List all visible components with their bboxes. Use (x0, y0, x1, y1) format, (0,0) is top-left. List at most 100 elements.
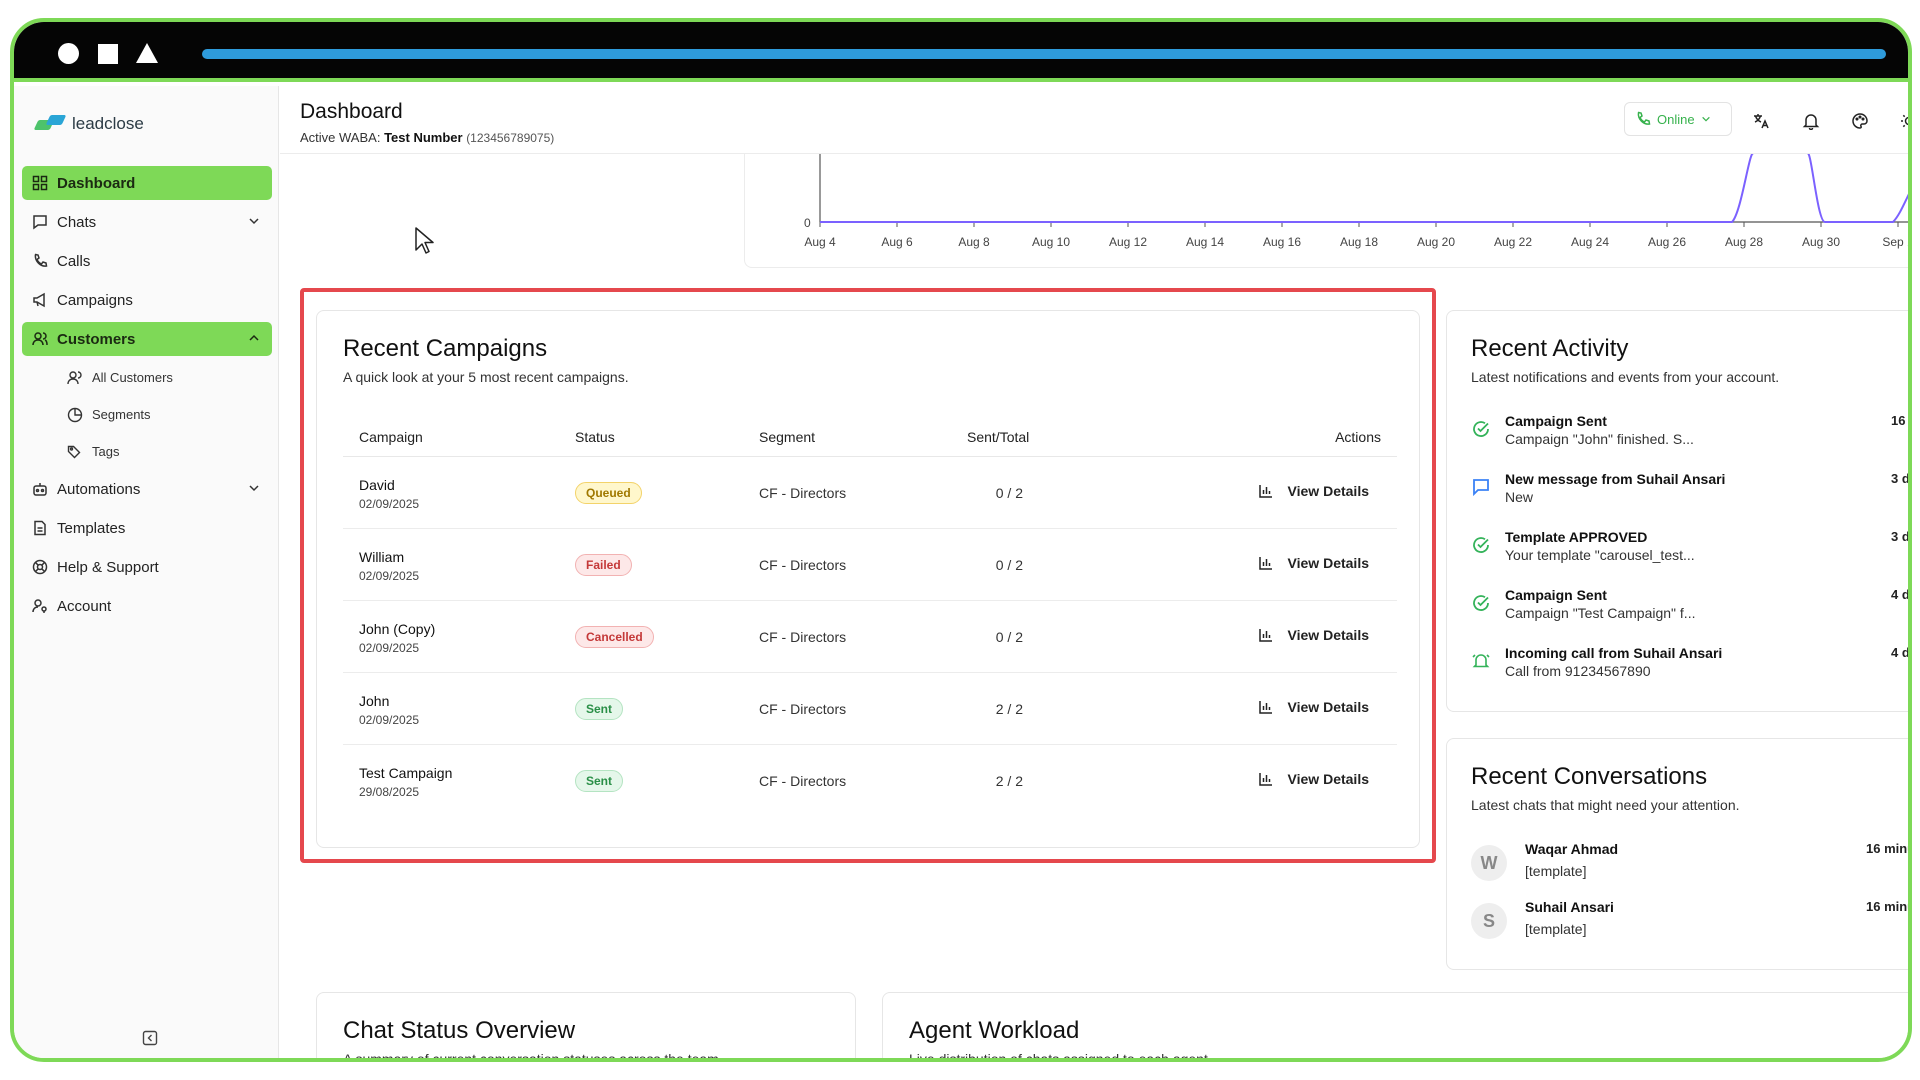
x-tick-label: Sep 1 (1882, 235, 1912, 249)
address-bar[interactable] (202, 49, 1886, 59)
recent-activity-card: Recent Activity Latest notifications and… (1446, 310, 1910, 712)
x-tick-label: Aug 22 (1494, 235, 1532, 249)
campaign-segment: CF - Directors (759, 629, 847, 645)
conversation-time: 16 minute (1866, 899, 1908, 914)
activity-desc: Campaign "Test Campaign" f... (1505, 605, 1696, 621)
phone-icon (34, 253, 48, 267)
sidebar-subitem-segments[interactable]: Segments (22, 398, 272, 431)
phone-icon (1637, 111, 1651, 125)
column-header-segment: Segment (759, 429, 816, 445)
conversation-preview: [template] (1525, 921, 1587, 937)
activity-item[interactable]: Campaign Sent Campaign "Test Campaign" f… (1471, 587, 1910, 631)
activity-item[interactable]: Campaign Sent Campaign "John" finished. … (1471, 413, 1908, 457)
campaign-name: William (359, 549, 405, 565)
online-status-label: Online (1657, 111, 1695, 127)
sidebar-item-chats[interactable]: Chats (22, 205, 272, 239)
status-badge: Cancelled (575, 626, 654, 648)
translate-icon[interactable] (1752, 112, 1770, 130)
activity-item[interactable]: New message from Suhail Ansari New 3 day (1471, 471, 1910, 515)
pie-icon (67, 407, 83, 422)
sidebar-subitem-all-customers[interactable]: All Customers (22, 361, 272, 394)
check-circle-icon (1473, 537, 1489, 553)
view-details-label: View Details (1287, 771, 1369, 787)
card-subtitle: Latest chats that might need your attent… (1471, 797, 1740, 813)
table-row: Test Campaign 29/08/2025 Sent CF - Direc… (343, 745, 1397, 817)
activity-item[interactable]: Incoming call from Suhail Ansari Call fr… (1471, 645, 1908, 689)
column-header-status: Status (575, 429, 615, 445)
view-details-button[interactable]: View Details (1258, 555, 1369, 571)
sidebar-item-label: Calls (57, 252, 91, 270)
sidebar-item-label: Account (57, 597, 112, 615)
chevron-down-icon (1701, 116, 1710, 122)
activity-item[interactable]: Template APPROVED Your template "carouse… (1471, 529, 1908, 573)
sidebar-item-templates[interactable]: Templates (22, 511, 272, 545)
conversation-item[interactable]: W Waqar Ahmad [template] 16 minute (1471, 841, 1908, 885)
check-circle-icon (1473, 421, 1489, 437)
sidebar-item-account[interactable]: Account (22, 589, 272, 623)
chevron-down-icon[interactable] (248, 215, 260, 227)
campaign-segment: CF - Directors (759, 557, 847, 573)
view-details-button[interactable]: View Details (1258, 627, 1369, 643)
sidebar-item-help-support[interactable]: Help & Support (22, 550, 272, 584)
bar-chart-icon (1258, 485, 1272, 498)
table-row: John (Copy) 02/09/2025 Cancelled CF - Di… (343, 601, 1397, 673)
campaign-segment: CF - Directors (759, 773, 847, 789)
activity-title: New message from Suhail Ansari (1505, 471, 1726, 487)
campaign-sent-total: 2 / 2 (995, 773, 1023, 789)
y-tick-label: 0 (804, 216, 811, 230)
x-tick-label: Aug 16 (1263, 235, 1301, 249)
activity-time: 4 day (1891, 587, 1910, 602)
activity-time: 3 day (1891, 471, 1910, 486)
check-circle-icon (1473, 595, 1489, 611)
bell-icon[interactable] (1802, 112, 1820, 130)
palette-icon[interactable] (1851, 112, 1869, 130)
online-status-dropdown[interactable]: Online (1624, 102, 1732, 136)
campaign-date: 02/09/2025 (359, 641, 420, 655)
sidebar-item-label: Templates (57, 519, 126, 537)
chevron-down-icon[interactable] (248, 482, 260, 494)
sidebar-item-dashboard[interactable]: Dashboard (22, 166, 272, 200)
bell-ring-icon (1472, 654, 1490, 668)
view-details-button[interactable]: View Details (1258, 699, 1369, 715)
avatar: S (1471, 903, 1507, 939)
view-details-label: View Details (1287, 627, 1369, 643)
status-badge: Failed (575, 554, 632, 576)
sidebar-item-campaigns[interactable]: Campaigns (22, 283, 272, 317)
x-tick-label: Aug 4 (804, 235, 836, 249)
sidebar-subitem-label: All Customers (92, 370, 173, 385)
sidebar-item-calls[interactable]: Calls (22, 244, 272, 278)
grid-icon (32, 175, 48, 191)
chart-card: 0 Aug 4 Aug 6 Aug 8 Aug 10 Aug 12 Aug 14 Aug 16… (744, 154, 1912, 268)
activity-title: Incoming call from Suhail Ansari (1505, 645, 1723, 661)
table-row: David 02/09/2025 Queued CF - Directors 0… (343, 457, 1397, 529)
activity-desc: New (1505, 489, 1534, 505)
tags-icon (67, 445, 81, 458)
campaign-sent-total: 0 / 2 (995, 629, 1023, 645)
logo[interactable]: leadclose (36, 114, 144, 134)
conversation-item[interactable]: S Suhail Ansari [template] 16 minute (1471, 899, 1908, 943)
card-title: Chat Status Overview (343, 1017, 576, 1044)
view-details-button[interactable]: View Details (1258, 483, 1369, 499)
activity-desc: Call from 91234567890 (1505, 663, 1651, 679)
sidebar-subitem-tags[interactable]: Tags (22, 435, 272, 468)
campaign-name: John (Copy) (359, 621, 436, 637)
campaign-date: 29/08/2025 (359, 785, 420, 799)
lifebuoy-icon (32, 559, 48, 575)
bar-chart-icon (1258, 773, 1272, 786)
table-row: William 02/09/2025 Failed CF - Directors… (343, 529, 1397, 601)
square-icon (98, 44, 118, 64)
status-badge: Sent (575, 770, 624, 792)
card-title: Agent Workload (909, 1017, 1080, 1044)
view-details-label: View Details (1287, 483, 1369, 499)
waba-name: Test Number (384, 130, 463, 145)
sidebar-collapse-icon[interactable] (142, 1030, 158, 1046)
view-details-button[interactable]: View Details (1258, 771, 1369, 787)
card-subtitle: A summary of current conversation status… (343, 1051, 723, 1062)
table-header: Campaign Status Segment Sent/Total Actio… (343, 421, 1397, 457)
sidebar-item-customers[interactable]: Customers (22, 322, 272, 356)
sidebar-item-automations[interactable]: Automations (22, 472, 272, 506)
status-badge: Queued (575, 482, 642, 504)
sun-icon[interactable] (1900, 112, 1912, 130)
chevron-up-icon[interactable] (248, 332, 260, 344)
active-waba: Active WABA: Test Number (123456789075) (300, 130, 554, 145)
